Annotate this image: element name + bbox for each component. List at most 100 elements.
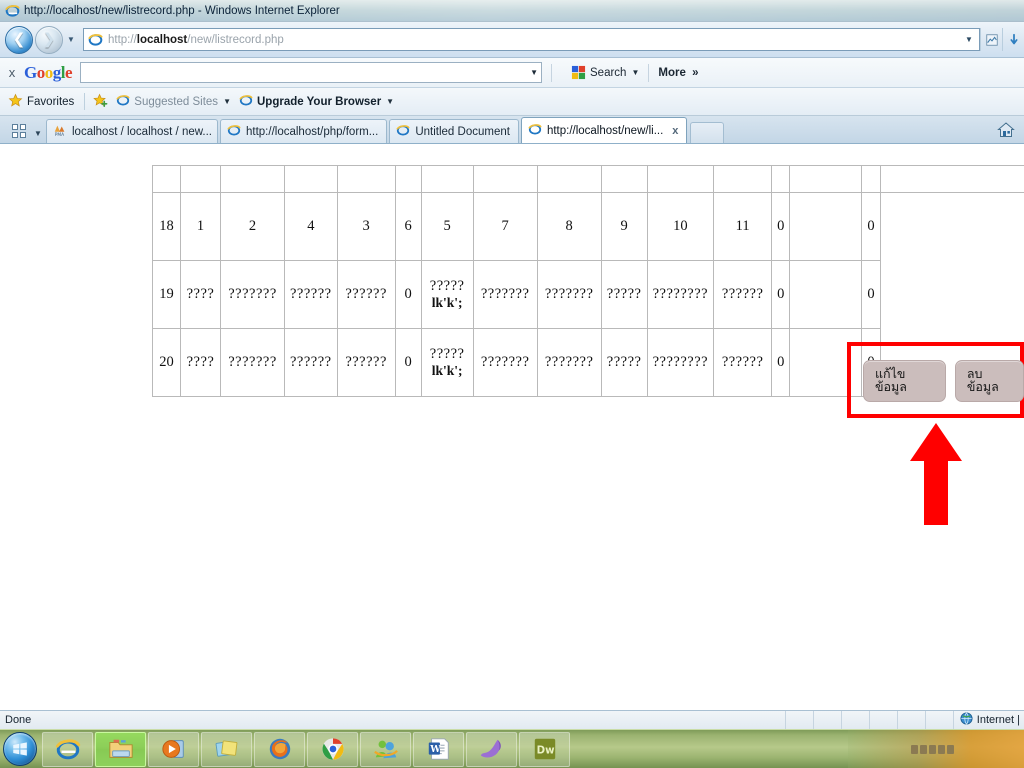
table-cell: 0: [771, 328, 791, 397]
quick-tabs-icon: [12, 123, 26, 138]
tab-bar: ▼ PMA localhost / localhost / new... htt…: [0, 116, 1024, 144]
address-bar-buttons: [980, 28, 1024, 51]
add-favorite-icon[interactable]: [93, 93, 108, 111]
taskbar-item-messenger[interactable]: [360, 731, 411, 767]
chevron-down-icon: ▼: [386, 97, 395, 106]
toolbar-divider-2: [648, 63, 650, 82]
address-input[interactable]: http://localhost/new/listrecord.php: [108, 34, 284, 46]
table-header-cell: [180, 165, 221, 193]
close-toolbar-button[interactable]: x: [0, 65, 24, 80]
taskbar-item-microsoft-word[interactable]: W: [413, 731, 464, 767]
google-logo: Google: [24, 62, 73, 82]
home-button[interactable]: [994, 119, 1018, 141]
table-cell: ??????: [336, 328, 396, 397]
windows-start-orb: [3, 732, 37, 766]
recent-pages-button[interactable]: ▼: [65, 26, 77, 54]
forward-button[interactable]: ❯: [35, 25, 63, 54]
compatibility-view-button[interactable]: [980, 28, 1002, 51]
table-cell: 10: [646, 192, 715, 261]
google-search-input[interactable]: ▼: [80, 62, 543, 83]
back-button[interactable]: ❮: [5, 25, 33, 54]
favorites-label: Favorites: [27, 95, 75, 108]
chevron-down-icon[interactable]: ▼: [631, 68, 639, 77]
taskbar-item-google-chrome[interactable]: [307, 731, 358, 767]
security-zone[interactable]: Internet |: [952, 710, 1024, 730]
tab-listrecord-active[interactable]: http://localhost/new/li... x: [520, 117, 688, 143]
tab-label: Untitled Document: [415, 125, 510, 138]
svg-text:Dw: Dw: [536, 746, 554, 757]
table-cell: ???????: [536, 328, 602, 397]
address-bar[interactable]: http://localhost/new/listrecord.php ▼: [83, 28, 980, 51]
fav-item-suggested-sites[interactable]: Suggested Sites ▼: [116, 93, 231, 110]
table-cell: ??????: [284, 328, 338, 397]
screen: http://localhost/new/listrecord.php - Wi…: [0, 0, 1024, 768]
new-tab-button[interactable]: [690, 122, 725, 143]
refresh-button[interactable]: [1002, 28, 1024, 51]
table-cell: 0: [771, 192, 791, 261]
dolphin-icon: [480, 739, 501, 758]
edit-record-button[interactable]: แก้ไขข้อมูล: [863, 360, 947, 402]
security-zone-label: Internet |: [976, 714, 1020, 726]
taskbar-item-dreamweaver[interactable]: Dw: [519, 731, 570, 767]
address-dropdown-button[interactable]: ▼: [961, 35, 977, 44]
table-cell: 3: [336, 192, 396, 261]
tab-list-button[interactable]: ▼: [32, 129, 44, 138]
window-title: http://localhost/new/listrecord.php - Wi…: [24, 4, 340, 17]
row-action-buttons: แก้ไขข้อมูล ลบข้อมูล: [863, 360, 1024, 402]
firefox-icon: [269, 738, 290, 760]
sticky-notes-icon: [215, 740, 237, 757]
page-content: 18 1 2 4 3 6 5 7 8 9 10 11 0 0 19?????????????????????…: [0, 144, 1024, 710]
table-cell: [789, 192, 863, 261]
fav-item-upgrade-your-browser[interactable]: Upgrade Your Browser ▼: [239, 93, 394, 110]
home-icon: [997, 122, 1015, 137]
google-search-button[interactable]: Search ▼: [571, 65, 639, 80]
svg-text:PMA: PMA: [55, 132, 64, 137]
google-more-button[interactable]: More »: [658, 67, 698, 79]
start-button[interactable]: [0, 730, 40, 768]
ie-icon: [528, 122, 542, 139]
taskbar-item-windows-media-player[interactable]: [148, 731, 199, 767]
tab-untitled-document[interactable]: Untitled Document: [389, 119, 519, 143]
google-more-label: More: [658, 66, 686, 79]
table-header-cell: [861, 165, 881, 193]
row-id-cell: 18: [152, 192, 181, 261]
table-cell: 9: [600, 192, 648, 261]
table-cell-line-1: ?????: [429, 346, 465, 363]
table-cell: 0: [771, 260, 791, 329]
status-segment: [840, 710, 869, 730]
double-chevron-right-icon: »: [692, 66, 699, 79]
quick-tabs-button[interactable]: [6, 120, 32, 141]
status-segment: [784, 710, 813, 730]
table-header-cell: [472, 165, 538, 193]
tab-label: http://localhost/php/form...: [246, 125, 379, 138]
table-cell: 6: [394, 192, 422, 261]
address-scheme: http://: [108, 33, 137, 46]
table-cell: ?????: [600, 328, 648, 397]
table-cell: ???????: [220, 328, 285, 397]
status-text: Done: [5, 714, 32, 726]
taskbar-item-windows-explorer[interactable]: [95, 731, 146, 767]
taskbar-item-sticky-notes[interactable]: [201, 731, 252, 767]
table-header-cell: [220, 165, 285, 193]
table-cell: ????: [180, 260, 221, 329]
taskbar-item-sqlyog[interactable]: [466, 731, 517, 767]
tab-localhost-php-form[interactable]: http://localhost/php/form...: [220, 119, 388, 143]
tray-icons[interactable]: [911, 745, 954, 754]
internet-explorer-window: http://localhost/new/listrecord.php - Wi…: [0, 0, 1024, 730]
messenger-icon: [373, 740, 398, 759]
address-path: /new/listrecord.php: [187, 33, 284, 46]
tab-localhost-phpmyadmin[interactable]: PMA localhost / localhost / new...: [46, 119, 218, 143]
favorites-button[interactable]: Favorites: [8, 93, 74, 111]
delete-record-button[interactable]: ลบข้อมูล: [954, 360, 1024, 402]
table-cell: 8: [536, 192, 602, 261]
close-icon[interactable]: x: [672, 125, 678, 137]
chevron-down-icon[interactable]: ▼: [530, 68, 538, 77]
ie-icon: [227, 123, 241, 140]
globe-icon: [960, 712, 973, 728]
taskbar-item-internet-explorer[interactable]: [42, 731, 93, 767]
status-segment: [896, 710, 925, 730]
ie-icon: [55, 739, 80, 760]
chevron-down-icon: ▼: [67, 35, 75, 44]
taskbar-item-firefox[interactable]: [254, 731, 305, 767]
ie-icon: [116, 93, 130, 110]
